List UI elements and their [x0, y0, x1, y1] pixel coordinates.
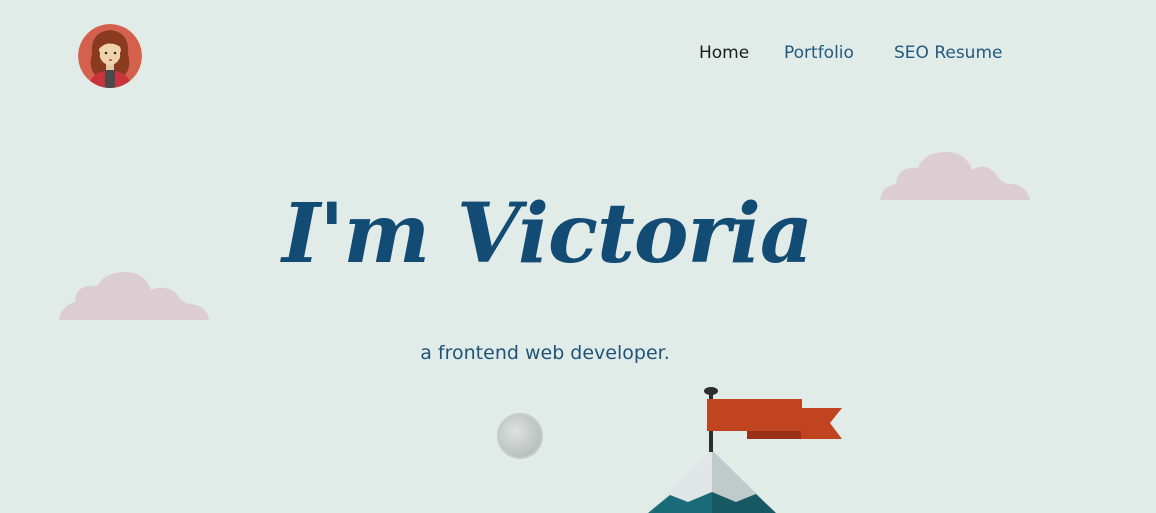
hero-title: I'm Victoria [281, 186, 813, 282]
mountain-flag-illustration [648, 387, 842, 513]
nav-portfolio-link[interactable]: Portfolio [784, 43, 854, 63]
mountain-icon [648, 450, 776, 513]
moon-icon [497, 413, 543, 459]
nav-home-link[interactable]: Home [699, 43, 749, 63]
main-nav: Home Portfolio SEO Resume [0, 43, 1156, 67]
hero-subtitle: a frontend web developer. [420, 342, 670, 364]
flag-icon [704, 387, 842, 452]
nav-seo-resume-link[interactable]: SEO Resume [894, 43, 1002, 63]
